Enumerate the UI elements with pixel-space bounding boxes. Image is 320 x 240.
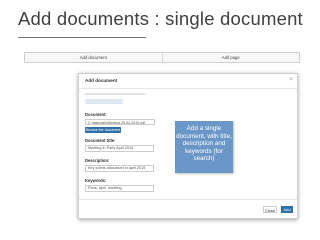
close-icon[interactable]: × — [289, 77, 293, 83]
file-path-field[interactable]: C:\fakepath\Meeting 25.04.2015.pdf — [85, 119, 155, 125]
title-underline — [18, 37, 146, 38]
browse-document-button[interactable]: Browse the document — [85, 127, 121, 133]
close-button[interactable]: Close — [263, 206, 277, 213]
callout-box: Add a single document, with title, descr… — [175, 121, 233, 173]
document-title-input[interactable]: Meeting in Paris April 2015 — [85, 145, 154, 152]
faded-option-button — [85, 99, 123, 104]
modal-title: Add document — [85, 78, 118, 83]
slide-title: Add documents : single document — [18, 8, 303, 29]
description-label: Description: — [85, 158, 110, 163]
modal-footer: Close Add — [79, 199, 297, 218]
faded-hint-line — [85, 93, 145, 95]
description-input[interactable]: Key points discussed in april 2015 — [85, 165, 154, 172]
tab-add-document[interactable]: Add document — [25, 53, 163, 62]
document-title-label: Document title: — [85, 138, 116, 143]
keywords-input[interactable]: Paris, april, meeting — [85, 185, 154, 192]
modal-header: Add document × — [79, 74, 297, 89]
add-button[interactable]: Add — [281, 206, 293, 213]
document-label: Document: — [85, 112, 107, 117]
keywords-label: Keywords: — [85, 178, 107, 183]
page-tabs: Add document Add page — [24, 52, 300, 63]
tab-add-page[interactable]: Add page — [163, 53, 300, 62]
